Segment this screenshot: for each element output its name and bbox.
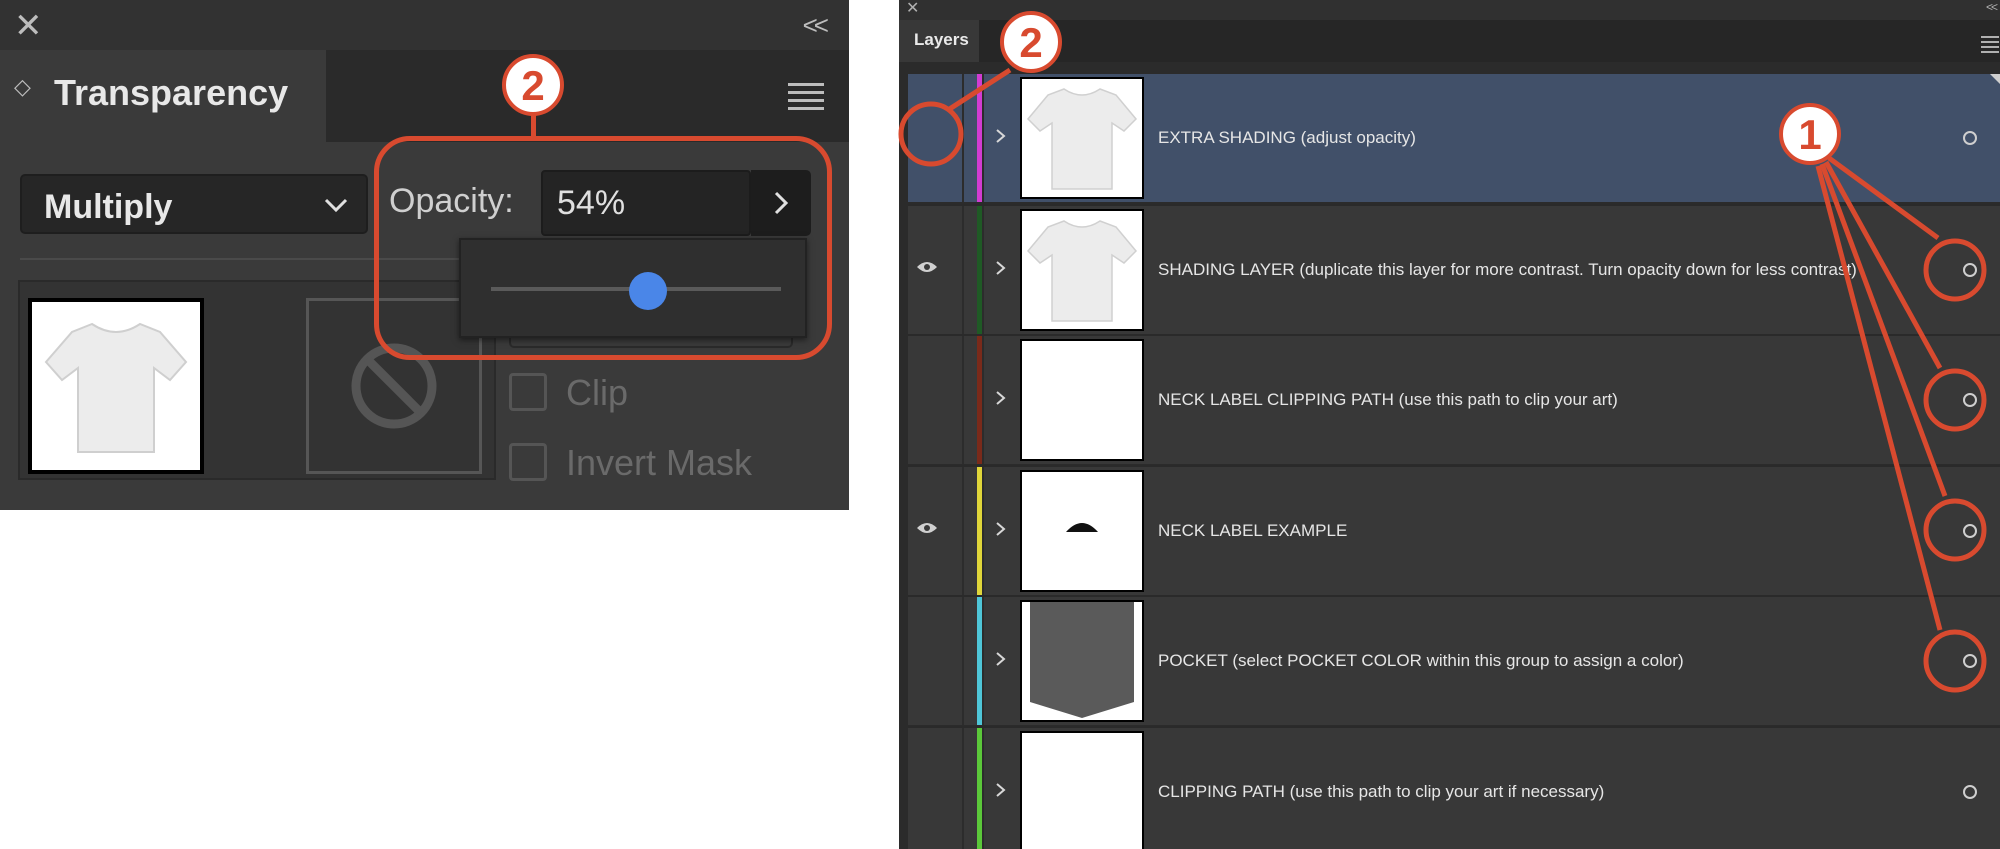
- collapse-icon[interactable]: <<: [1986, 0, 1998, 14]
- layer-thumbnail[interactable]: [1020, 209, 1144, 331]
- callout-badge: 2: [502, 54, 564, 116]
- eye-icon: [917, 262, 937, 272]
- layer-row[interactable]: NECK LABEL EXAMPLE: [908, 467, 2000, 595]
- layer-name[interactable]: NECK LABEL CLIPPING PATH (use this path …: [1158, 390, 1618, 410]
- tshirt-icon: [44, 322, 188, 453]
- layer-color-bar: [977, 467, 982, 595]
- tab-strip: [899, 20, 2000, 62]
- layer-color-bar: [977, 206, 982, 334]
- layer-thumbnail[interactable]: [1020, 731, 1144, 849]
- panel-menu-icon[interactable]: [788, 83, 824, 115]
- chevron-right-icon[interactable]: [994, 649, 1008, 669]
- layer-thumbnail[interactable]: [28, 298, 204, 474]
- panel-menu-icon[interactable]: [1981, 36, 1999, 56]
- blend-mode-dropdown[interactable]: Multiply: [20, 174, 368, 234]
- clip-label: Clip: [566, 372, 629, 413]
- pocket-icon: [1030, 602, 1134, 718]
- collapse-icon[interactable]: <<: [803, 10, 829, 40]
- panel-titlebar: [0, 0, 849, 50]
- callout-connector: [531, 114, 536, 138]
- target-circle-icon[interactable]: [1963, 131, 1977, 145]
- selection-indicator: [1990, 74, 2000, 84]
- chevron-right-icon[interactable]: [994, 388, 1008, 408]
- transparency-panel: ✕ << ◇ Transparency Multiply Opacity: 54…: [0, 0, 849, 510]
- row-divider: [908, 204, 2000, 206]
- chevron-right-icon[interactable]: [994, 780, 1008, 800]
- chevron-right-icon[interactable]: [994, 126, 1008, 146]
- layer-thumbnail[interactable]: [1020, 600, 1144, 722]
- layer-row[interactable]: CLIPPING PATH (use this path to clip you…: [908, 728, 2000, 849]
- layer-name[interactable]: NECK LABEL EXAMPLE: [1158, 521, 1347, 541]
- target-circle-icon[interactable]: [1963, 524, 1977, 538]
- clip-checkbox[interactable]: [509, 373, 547, 411]
- layer-row[interactable]: SHADING LAYER (duplicate this layer for …: [908, 206, 2000, 334]
- layer-color-bar: [977, 336, 982, 464]
- layer-row[interactable]: NECK LABEL CLIPPING PATH (use this path …: [908, 336, 2000, 464]
- blend-mode-value: Multiply: [44, 188, 173, 226]
- visibility-toggle[interactable]: [908, 206, 964, 334]
- layer-name[interactable]: POCKET (select POCKET COLOR within this …: [1158, 651, 1684, 671]
- layer-row[interactable]: POCKET (select POCKET COLOR within this …: [908, 597, 2000, 725]
- layer-color-bar: [977, 74, 982, 202]
- visibility-toggle[interactable]: [908, 597, 964, 725]
- target-circle-icon[interactable]: [1963, 785, 1977, 799]
- tshirt-icon: [1026, 88, 1138, 190]
- layer-thumbnail[interactable]: [1020, 470, 1144, 592]
- layer-thumbnail[interactable]: [1020, 77, 1144, 199]
- panel-title: Transparency: [54, 72, 289, 113]
- row-divider: [908, 726, 2000, 728]
- chevron-down-icon: [324, 198, 348, 213]
- layer-color-bar: [977, 728, 982, 849]
- visibility-toggle[interactable]: [908, 74, 964, 202]
- neck-label-icon: [1066, 523, 1098, 532]
- layer-thumbnail[interactable]: [1020, 339, 1144, 461]
- chevron-right-icon[interactable]: [994, 519, 1008, 539]
- chevron-right-icon[interactable]: [994, 258, 1008, 278]
- visibility-toggle[interactable]: [908, 728, 964, 849]
- visibility-toggle[interactable]: [908, 336, 964, 464]
- callout-opacity: [374, 136, 832, 360]
- callout-badge: 2: [1000, 11, 1062, 73]
- layer-name[interactable]: EXTRA SHADING (adjust opacity): [1158, 128, 1416, 148]
- close-icon[interactable]: ✕: [14, 6, 43, 46]
- panel-titlebar: [899, 0, 2000, 20]
- row-divider: [908, 465, 2000, 467]
- target-circle-icon[interactable]: [1963, 263, 1977, 277]
- callout-badge: 1: [1779, 103, 1841, 165]
- row-divider: [908, 334, 2000, 336]
- visibility-toggle[interactable]: [908, 467, 964, 595]
- tab-layers-label: Layers: [914, 30, 969, 49]
- layer-name[interactable]: SHADING LAYER (duplicate this layer for …: [1158, 260, 1857, 280]
- eye-icon: [917, 523, 937, 533]
- invert-mask-checkbox[interactable]: [509, 443, 547, 481]
- tshirt-icon: [1026, 220, 1138, 322]
- layer-color-bar: [977, 597, 982, 725]
- tab-options-toggle-icon[interactable]: ◇: [14, 76, 31, 98]
- row-divider: [908, 595, 2000, 597]
- target-circle-icon[interactable]: [1963, 393, 1977, 407]
- invert-mask-label: Invert Mask: [566, 442, 753, 483]
- close-icon[interactable]: ✕: [906, 0, 919, 18]
- layer-name[interactable]: CLIPPING PATH (use this path to clip you…: [1158, 782, 1604, 802]
- target-circle-icon[interactable]: [1963, 654, 1977, 668]
